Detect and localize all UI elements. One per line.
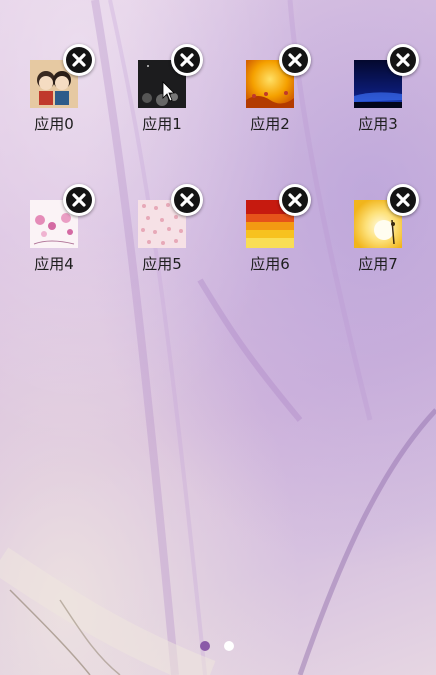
delete-app-3-button[interactable]	[387, 44, 419, 76]
delete-app-2-button[interactable]	[279, 44, 311, 76]
delete-app-5-button[interactable]	[171, 184, 203, 216]
app-label-0: 应用0	[34, 115, 74, 133]
close-icon	[180, 53, 194, 67]
delete-app-0-button[interactable]	[63, 44, 95, 76]
app-item-6[interactable]: 应用6	[222, 184, 318, 294]
app-label-1: 应用1	[142, 115, 182, 133]
close-icon	[288, 53, 302, 67]
page-dot-2[interactable]	[224, 641, 234, 651]
delete-app-7-button[interactable]	[387, 184, 419, 216]
app-label-6: 应用6	[250, 255, 290, 273]
close-icon	[288, 193, 302, 207]
close-icon	[72, 53, 86, 67]
close-icon	[72, 193, 86, 207]
app-item-4[interactable]: 应用4	[6, 184, 102, 294]
delete-app-6-button[interactable]	[279, 184, 311, 216]
delete-app-1-button[interactable]	[171, 44, 203, 76]
app-item-2[interactable]: 应用2	[222, 44, 318, 154]
close-icon	[396, 193, 410, 207]
app-label-5: 应用5	[142, 255, 182, 273]
app-label-4: 应用4	[34, 255, 74, 273]
page-dot-1[interactable]	[200, 641, 210, 651]
app-label-7: 应用7	[358, 255, 398, 273]
delete-app-4-button[interactable]	[63, 184, 95, 216]
close-icon	[180, 193, 194, 207]
app-label-2: 应用2	[250, 115, 290, 133]
home-screen: 应用0 应用1 应用2 应用3 应用4 应用5 应用6 应用7	[0, 0, 436, 675]
app-item-0[interactable]: 应用0	[6, 44, 102, 154]
app-item-1[interactable]: 应用1	[114, 44, 210, 154]
page-indicator	[0, 641, 436, 653]
app-item-5[interactable]: 应用5	[114, 184, 210, 294]
app-item-7[interactable]: 应用7	[330, 184, 426, 294]
app-label-3: 应用3	[358, 115, 398, 133]
app-item-3[interactable]: 应用3	[330, 44, 426, 154]
close-icon	[396, 53, 410, 67]
